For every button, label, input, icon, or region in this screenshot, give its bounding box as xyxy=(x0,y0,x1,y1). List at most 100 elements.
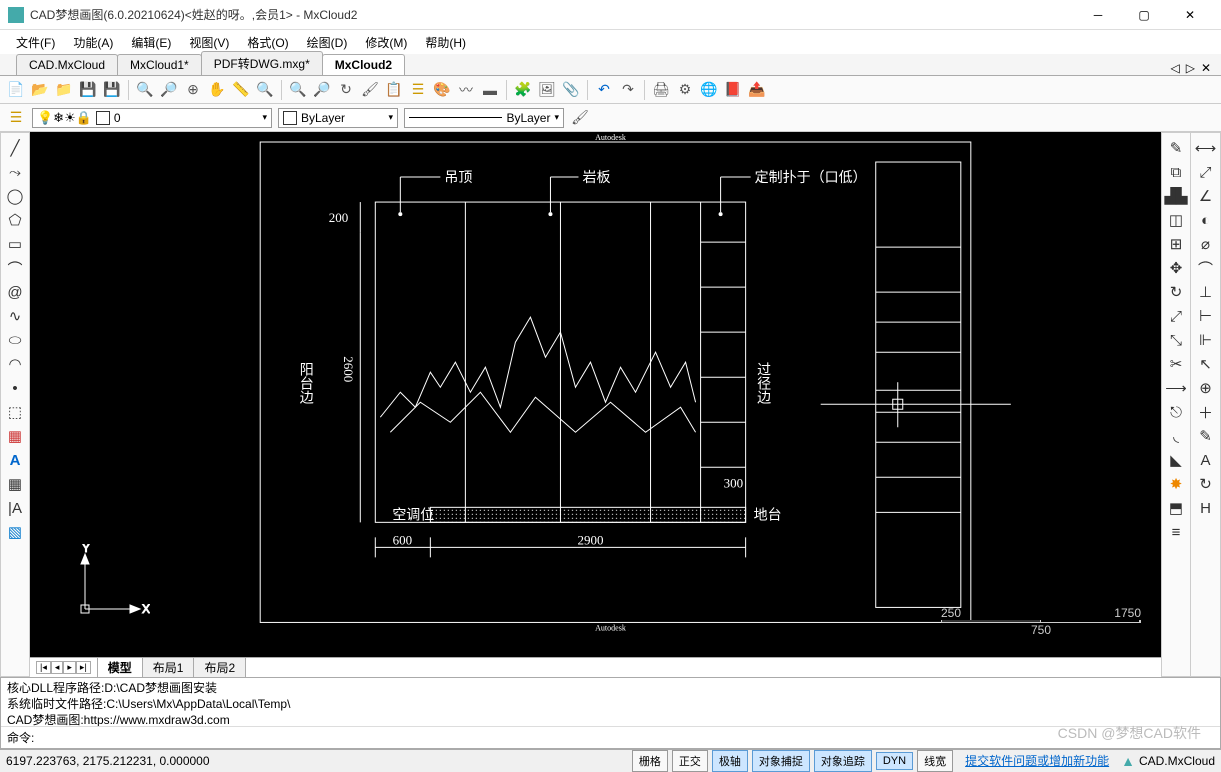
dim-linear-icon[interactable]: ⟷ xyxy=(1195,137,1217,159)
polyline-icon[interactable]: ⤳ xyxy=(4,161,26,183)
menu-draw[interactable]: 绘图(D) xyxy=(299,32,356,53)
open-cloud-icon[interactable]: 📁 xyxy=(54,80,74,100)
tolerance-icon[interactable]: ⊕ xyxy=(1195,377,1217,399)
find-icon[interactable]: 🔍 xyxy=(288,80,308,100)
new-icon[interactable]: 📄 xyxy=(6,80,26,100)
spiral-icon[interactable]: @ xyxy=(4,281,26,303)
layer-manager-icon[interactable]: ☰ xyxy=(6,108,26,128)
last-icon[interactable]: ▸| xyxy=(76,661,91,674)
pan-icon[interactable]: ✋ xyxy=(207,80,227,100)
color-icon[interactable]: 🎨 xyxy=(432,80,452,100)
next-icon[interactable]: ▸ xyxy=(63,661,76,674)
status-lwt[interactable]: 线宽 xyxy=(917,750,953,772)
dim-style-icon[interactable]: H xyxy=(1195,497,1217,519)
line-icon[interactable]: ╱ xyxy=(4,137,26,159)
linetype-combo[interactable]: ByLayer ▾ xyxy=(404,108,564,128)
move-icon[interactable]: ✥ xyxy=(1165,257,1187,279)
dim-aligned-icon[interactable]: ⤢ xyxy=(1195,161,1217,183)
dim-continue-icon[interactable]: ⊢ xyxy=(1195,305,1217,327)
doc-tab-active[interactable]: MxCloud2 xyxy=(322,54,405,75)
array-icon[interactable]: ⊞ xyxy=(1165,233,1187,255)
status-otrack[interactable]: 对象追踪 xyxy=(814,750,872,772)
status-dyn[interactable]: DYN xyxy=(876,752,913,770)
point-icon[interactable]: • xyxy=(4,377,26,399)
status-ortho[interactable]: 正交 xyxy=(672,750,708,772)
brush-icon[interactable]: 🖌 xyxy=(360,80,380,100)
command-history[interactable]: 核心DLL程序路径:D:\CAD梦想画图安装 系统临时文件路径:C:\Users… xyxy=(1,678,1220,726)
close-button[interactable]: ✕ xyxy=(1167,0,1213,30)
dim-edit-icon[interactable]: ✎ xyxy=(1195,425,1217,447)
layer-combo[interactable]: 💡❄☀🔒 0 ▾ xyxy=(32,108,272,128)
dim-baseline-icon[interactable]: ⊩ xyxy=(1195,329,1217,351)
first-icon[interactable]: |◂ xyxy=(36,661,51,674)
dim-radius-icon[interactable]: ◐ xyxy=(1195,209,1217,231)
explode-icon[interactable]: ✸ xyxy=(1165,473,1187,495)
open-icon[interactable]: 📂 xyxy=(30,80,50,100)
zoom-extents-icon[interactable]: ⊕ xyxy=(183,80,203,100)
scale-icon[interactable]: ⤢ xyxy=(1165,305,1187,327)
save-icon[interactable]: 💾 xyxy=(78,80,98,100)
drawing-canvas[interactable]: Autodesk Autodesk xyxy=(30,132,1161,632)
minimize-button[interactable]: ─ xyxy=(1075,0,1121,30)
match-prop-icon[interactable]: 🖌 xyxy=(570,108,590,128)
feedback-link[interactable]: 提交软件问题或增加新功能 xyxy=(965,752,1109,769)
model-space[interactable]: Autodesk Autodesk xyxy=(30,132,1161,657)
dim-angular-icon[interactable]: ∠ xyxy=(1195,185,1217,207)
hatch-icon[interactable]: ▦ xyxy=(4,425,26,447)
copy-icon[interactable]: ⧉ xyxy=(1165,161,1187,183)
maximize-button[interactable]: ▢ xyxy=(1121,0,1167,30)
break-icon[interactable]: ⎋ xyxy=(1165,401,1187,423)
ellipse-icon[interactable]: ⬭ xyxy=(4,329,26,351)
redo-icon[interactable]: ↷ xyxy=(618,80,638,100)
menu-help[interactable]: 帮助(H) xyxy=(417,32,474,53)
tab-prev-icon[interactable]: ◁ xyxy=(1168,61,1181,75)
dim-ordinate-icon[interactable]: ⊥ xyxy=(1195,281,1217,303)
block-insert-icon[interactable]: ⬚ xyxy=(4,401,26,423)
tab-close-icon[interactable]: ✕ xyxy=(1199,61,1213,75)
regen-icon[interactable]: ↻ xyxy=(336,80,356,100)
color-combo[interactable]: ByLayer ▾ xyxy=(278,108,398,128)
command-input[interactable] xyxy=(38,731,1214,745)
zoom-window-icon[interactable]: 🔍 xyxy=(135,80,155,100)
lineweight-icon[interactable]: ▬ xyxy=(480,80,500,100)
extend-icon[interactable]: ⟶ xyxy=(1165,377,1187,399)
zoom-realtime-icon[interactable]: 🔍 xyxy=(255,80,275,100)
arc-icon[interactable]: ⌒ xyxy=(4,257,26,279)
export-icon[interactable]: 📤 xyxy=(747,80,767,100)
xref-icon[interactable]: 📎 xyxy=(561,80,581,100)
dim-diameter-icon[interactable]: ⌀ xyxy=(1195,233,1217,255)
doc-tab[interactable]: CAD.MxCloud xyxy=(16,54,118,75)
spline-icon[interactable]: ∿ xyxy=(4,305,26,327)
fillet-icon[interactable]: ◟ xyxy=(1165,425,1187,447)
find-replace-icon[interactable]: 🔎 xyxy=(312,80,332,100)
status-grid[interactable]: 栅格 xyxy=(632,750,668,772)
status-polar[interactable]: 极轴 xyxy=(712,750,748,772)
prev-icon[interactable]: ◂ xyxy=(51,661,64,674)
rotate-icon[interactable]: ↻ xyxy=(1165,281,1187,303)
table-icon[interactable]: ▦ xyxy=(4,473,26,495)
coordinates[interactable]: 6197.223763, 2175.212231, 0.000000 xyxy=(6,754,210,768)
print-icon[interactable]: 🖨 xyxy=(651,80,671,100)
leader-icon[interactable]: ↖ xyxy=(1195,353,1217,375)
join-icon[interactable]: ⬒ xyxy=(1165,497,1187,519)
layout-tab[interactable]: 布局1 xyxy=(142,658,195,678)
offset-icon[interactable]: ◫ xyxy=(1165,209,1187,231)
block-icon[interactable]: 🧩 xyxy=(513,80,533,100)
mirror-icon[interactable]: ▟▙ xyxy=(1165,185,1187,207)
doc-tab[interactable]: MxCloud1* xyxy=(117,54,202,75)
chamfer-icon[interactable]: ◣ xyxy=(1165,449,1187,471)
export-pdf-icon[interactable]: 📕 xyxy=(723,80,743,100)
doc-tab[interactable]: PDF转DWG.mxg* xyxy=(201,51,323,75)
saveas-icon[interactable]: 💾 xyxy=(102,80,122,100)
dim-text-edit-icon[interactable]: A xyxy=(1195,449,1217,471)
menu-edit[interactable]: 编辑(E) xyxy=(123,32,179,53)
menu-view[interactable]: 视图(V) xyxy=(181,32,237,53)
rectangle-icon[interactable]: ▭ xyxy=(4,233,26,255)
tab-next-icon[interactable]: ▷ xyxy=(1184,61,1197,75)
layout-tab[interactable]: 布局2 xyxy=(193,658,246,678)
trim-icon[interactable]: ✂ xyxy=(1165,353,1187,375)
menu-file[interactable]: 文件(F) xyxy=(8,32,63,53)
erase-icon[interactable]: ✎ xyxy=(1165,137,1187,159)
layers-icon[interactable]: ☰ xyxy=(408,80,428,100)
align-icon[interactable]: ≡ xyxy=(1165,521,1187,543)
